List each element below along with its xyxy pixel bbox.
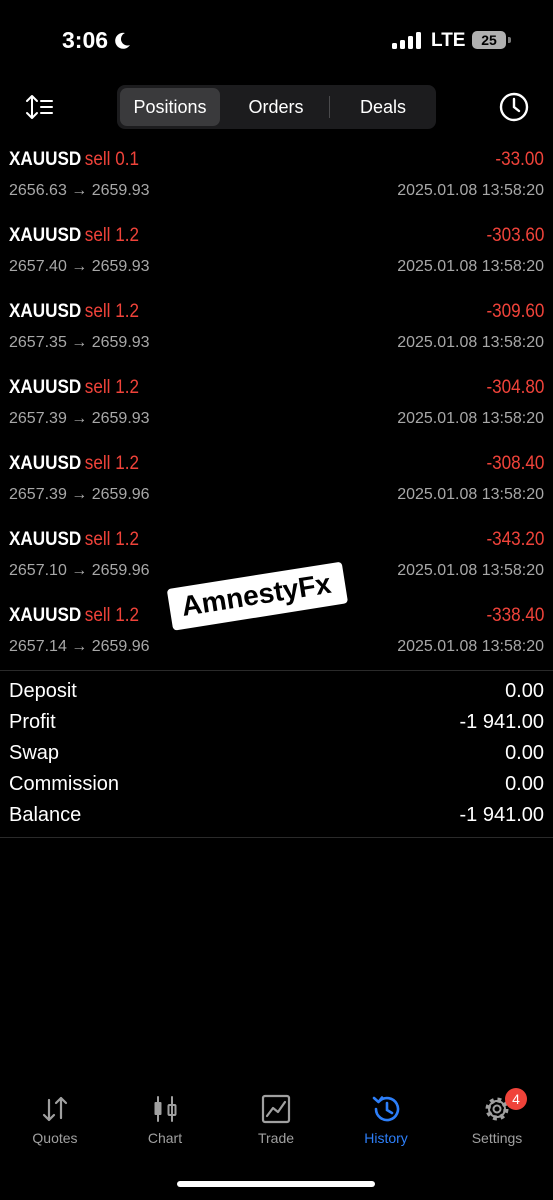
position-profit: -309.60 <box>485 301 544 322</box>
position-time: 2025.01.08 13:58:20 <box>397 258 544 275</box>
position-symbol: XAUUSD <box>9 301 82 322</box>
settings-notification-badge: 4 <box>505 1088 527 1110</box>
position-prices: 2657.39 → 2659.96 <box>9 486 150 503</box>
position-symbol-line: XAUUSD sell 1.2 <box>9 529 139 551</box>
position-side: sell 1.2 <box>84 301 139 322</box>
position-symbol: XAUUSD <box>9 529 82 550</box>
status-bar: 3:06 LTE 25 <box>0 0 553 80</box>
position-profit: -338.40 <box>485 605 544 626</box>
sort-icon[interactable] <box>24 92 54 122</box>
position-time: 2025.01.08 13:58:20 <box>397 410 544 427</box>
summary-bottom-divider <box>0 837 553 838</box>
cellular-signal-icon <box>392 32 421 49</box>
clock-icon[interactable] <box>498 91 530 123</box>
tab-history[interactable]: History <box>331 1088 441 1146</box>
position-symbol: XAUUSD <box>9 377 82 398</box>
position-profit: -308.40 <box>485 453 544 474</box>
position-time: 2025.01.08 13:58:20 <box>397 486 544 503</box>
tab-orders[interactable]: Orders <box>223 88 329 126</box>
home-indicator[interactable] <box>177 1181 375 1187</box>
position-row[interactable]: XAUUSD sell 1.2 -309.60 2657.35 → 2659.93… <box>0 294 553 370</box>
position-symbol-line: XAUUSD sell 1.2 <box>9 225 139 247</box>
position-time: 2025.01.08 13:58:20 <box>397 638 544 655</box>
position-side: sell 1.2 <box>84 605 139 626</box>
summary-label: Profit <box>9 711 56 733</box>
bottom-tab-bar: Quotes Chart Trade History 4 Settings <box>0 1088 553 1158</box>
tab-chart[interactable]: Chart <box>110 1088 220 1146</box>
position-symbol-line: XAUUSD sell 0.1 <box>9 149 139 171</box>
summary-row-commission: Commission 0.00 <box>0 771 553 802</box>
position-side: sell 1.2 <box>84 453 139 474</box>
position-symbol-line: XAUUSD sell 1.2 <box>9 453 139 475</box>
position-symbol-line: XAUUSD sell 1.2 <box>9 377 139 399</box>
summary-value: 0.00 <box>505 773 544 795</box>
tab-positions[interactable]: Positions <box>120 88 220 126</box>
tab-deals[interactable]: Deals <box>330 88 436 126</box>
status-time: 3:06 <box>62 27 109 53</box>
summary-label: Deposit <box>9 680 77 702</box>
position-prices: 2657.40 → 2659.93 <box>9 258 150 275</box>
quotes-icon <box>42 1096 68 1122</box>
tab-settings[interactable]: 4 Settings <box>442 1088 552 1146</box>
position-symbol: XAUUSD <box>9 149 82 170</box>
position-side: sell 1.2 <box>84 225 139 246</box>
position-symbol: XAUUSD <box>9 453 82 474</box>
position-side: sell 0.1 <box>84 149 139 170</box>
position-time: 2025.01.08 13:58:20 <box>397 334 544 351</box>
history-segmented-control: Positions Orders Deals <box>117 85 436 129</box>
tab-label: Settings <box>471 1130 523 1146</box>
summary-value: -1 941.00 <box>459 711 544 733</box>
position-time: 2025.01.08 13:58:20 <box>397 562 544 579</box>
summary-row-swap: Swap 0.00 <box>0 740 553 771</box>
tab-label: History <box>364 1130 408 1146</box>
position-symbol: XAUUSD <box>9 225 82 246</box>
tab-label: Chart <box>147 1130 183 1146</box>
tab-label: Trade <box>257 1130 295 1146</box>
moon-icon <box>115 32 131 49</box>
summary-value: 0.00 <box>505 742 544 764</box>
position-prices: 2656.63 → 2659.93 <box>9 182 150 199</box>
trade-icon <box>261 1094 291 1124</box>
battery-icon: 25 <box>472 31 506 49</box>
position-prices: 2657.35 → 2659.93 <box>9 334 150 351</box>
tab-quotes[interactable]: Quotes <box>0 1088 110 1146</box>
position-row[interactable]: XAUUSD sell 1.2 -304.80 2657.39 → 2659.93… <box>0 370 553 446</box>
tab-trade[interactable]: Trade <box>221 1088 331 1146</box>
position-prices: 2657.14 → 2659.96 <box>9 638 150 655</box>
summary-label: Commission <box>9 773 120 795</box>
network-type: LTE <box>431 30 466 51</box>
chart-icon <box>154 1096 177 1122</box>
summary-top-divider <box>0 670 553 671</box>
position-side: sell 1.2 <box>84 377 139 398</box>
position-time: 2025.01.08 13:58:20 <box>397 182 544 199</box>
account-summary: Deposit 0.00 Profit -1 941.00 Swap 0.00 … <box>0 678 553 833</box>
summary-value: 0.00 <box>505 680 544 702</box>
tab-label: Quotes <box>32 1130 78 1146</box>
position-prices: 2657.39 → 2659.93 <box>9 410 150 427</box>
summary-row-balance: Balance -1 941.00 <box>0 802 553 833</box>
position-side: sell 1.2 <box>84 529 139 550</box>
summary-row-deposit: Deposit 0.00 <box>0 678 553 709</box>
position-symbol-line: XAUUSD sell 1.2 <box>9 301 139 323</box>
position-profit: -33.00 <box>495 149 544 170</box>
position-symbol-line: XAUUSD sell 1.2 <box>9 605 139 627</box>
battery-nub <box>508 37 511 43</box>
position-prices: 2657.10 → 2659.96 <box>9 562 150 579</box>
position-profit: -304.80 <box>485 377 544 398</box>
history-icon <box>372 1096 400 1122</box>
position-row[interactable]: XAUUSD sell 1.2 -308.40 2657.39 → 2659.96… <box>0 446 553 522</box>
position-profit: -343.20 <box>485 529 544 550</box>
position-symbol: XAUUSD <box>9 605 82 626</box>
summary-row-profit: Profit -1 941.00 <box>0 709 553 740</box>
summary-label: Balance <box>9 804 82 826</box>
position-row[interactable]: XAUUSD sell 1.2 -303.60 2657.40 → 2659.93… <box>0 218 553 294</box>
position-row[interactable]: XAUUSD sell 0.1 -33.00 2656.63 → 2659.93 … <box>0 142 553 218</box>
status-time-group: 3:06 <box>62 27 132 54</box>
position-profit: -303.60 <box>485 225 544 246</box>
summary-value: -1 941.00 <box>459 804 544 826</box>
summary-label: Swap <box>9 742 60 764</box>
